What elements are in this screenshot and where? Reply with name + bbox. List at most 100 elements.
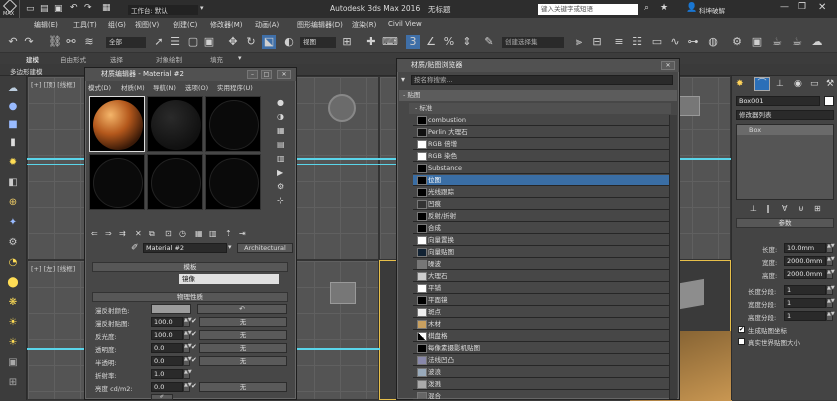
map-list-scrollbar[interactable] bbox=[669, 115, 677, 399]
put-to-library-icon[interactable]: ⊡ bbox=[165, 229, 172, 238]
select-by-material-icon[interactable]: ⊹ bbox=[277, 196, 284, 205]
user-name[interactable]: 科坤破解 bbox=[699, 5, 725, 15]
list-item[interactable]: 噪波 bbox=[413, 259, 669, 270]
search-input[interactable]: 键入关键字或短语 bbox=[538, 4, 638, 15]
mirror-tool-icon[interactable]: ⊞ bbox=[6, 376, 20, 390]
params-rollout[interactable]: 参数 bbox=[736, 218, 834, 228]
shininess-spinner[interactable]: ▲▼ bbox=[183, 330, 192, 340]
show-end-result-stack-icon[interactable]: ‖ bbox=[766, 204, 770, 213]
remove-modifier-icon[interactable]: ⊍ bbox=[798, 204, 804, 213]
eyedropper-icon[interactable]: ✐ bbox=[131, 243, 139, 253]
search-icon[interactable]: ⌕ bbox=[644, 3, 649, 13]
display-tab-icon[interactable]: ▭ bbox=[810, 79, 819, 89]
scene-explorer-icon[interactable]: ☷ bbox=[630, 35, 644, 49]
pin-stack-icon[interactable]: ⊥ bbox=[750, 204, 757, 213]
qa-save-icon[interactable]: ▣ bbox=[54, 4, 63, 14]
minimize-window-button[interactable]: — bbox=[780, 2, 789, 12]
diffuse-map-check[interactable]: ✔ bbox=[191, 317, 197, 325]
transparency-value[interactable]: 0.0 bbox=[151, 343, 183, 353]
translucency-map-button[interactable]: 无 bbox=[199, 356, 287, 366]
transparency-map-button[interactable]: 无 bbox=[199, 343, 287, 353]
camera-icon[interactable]: ◧ bbox=[6, 176, 20, 190]
modify-tab-icon[interactable]: ⌒ bbox=[754, 77, 770, 91]
browser-options-icon[interactable]: ▾ bbox=[401, 75, 405, 84]
list-item[interactable]: 光线跟踪 bbox=[413, 187, 669, 198]
menu-views[interactable]: 视图(V) bbox=[135, 20, 159, 30]
ior-value[interactable]: 1.0 bbox=[151, 369, 183, 379]
put-to-scene-icon[interactable]: ⇒ bbox=[105, 229, 112, 238]
select-manipulate-icon[interactable]: ✚ bbox=[364, 35, 378, 49]
qa-new-icon[interactable]: ▭ bbox=[26, 4, 35, 14]
ribbon-toggle-icon[interactable]: ▭ bbox=[650, 35, 664, 49]
close-window-button[interactable]: ✕ bbox=[818, 2, 826, 13]
subscription-icon[interactable]: ★ bbox=[660, 3, 668, 13]
mat-close-button[interactable]: ✕ bbox=[277, 70, 291, 79]
motion-tab-icon[interactable]: ◉ bbox=[794, 79, 802, 89]
mat-menu-utilities[interactable]: 实用程序(U) bbox=[217, 82, 253, 92]
transparency-spinner[interactable]: ▲▼ bbox=[183, 343, 192, 353]
bind-spacewarp-icon[interactable]: ≋ bbox=[82, 35, 96, 49]
rendered-frame-icon[interactable]: ▣ bbox=[750, 35, 764, 49]
rect-select-icon[interactable]: ▢ bbox=[186, 35, 200, 49]
object-name-field[interactable]: Box001 bbox=[736, 96, 820, 106]
go-to-parent-icon[interactable]: ⇡ bbox=[225, 229, 232, 238]
sun-icon[interactable]: ☀ bbox=[6, 336, 20, 350]
sample-slot-3[interactable] bbox=[205, 96, 261, 152]
template-rollout[interactable]: 模板 bbox=[92, 262, 288, 272]
layer-icon[interactable]: ≡ bbox=[612, 35, 626, 49]
param-width-field[interactable]: 2000.0mm bbox=[784, 256, 826, 266]
percent-snap-icon[interactable]: % bbox=[442, 35, 456, 49]
diffuse-map-button[interactable]: 无 bbox=[199, 317, 287, 327]
param-width-segs-field[interactable]: 1 bbox=[784, 298, 826, 308]
sphere-tool-icon[interactable]: ● bbox=[6, 100, 20, 114]
material-type-button[interactable]: Architectural bbox=[237, 243, 293, 253]
list-item[interactable]: 凹痕 bbox=[413, 199, 669, 210]
schematic-view-icon[interactable]: ⊶ bbox=[686, 35, 700, 49]
qa-open-icon[interactable]: ▤ bbox=[40, 4, 49, 14]
angle-snap-icon[interactable]: ∠ bbox=[424, 35, 438, 49]
list-item[interactable]: 斑点 bbox=[413, 307, 669, 318]
list-item-selected[interactable]: 位图 bbox=[413, 175, 669, 186]
tab-populate[interactable]: 填充 bbox=[210, 54, 223, 64]
curve-editor-icon[interactable]: ∿ bbox=[668, 35, 682, 49]
get-material-icon[interactable]: ⇐ bbox=[91, 229, 98, 238]
uv-tiling-icon[interactable]: ▤ bbox=[277, 140, 285, 149]
redo-icon[interactable]: ↷ bbox=[22, 35, 36, 49]
hierarchy-tab-icon[interactable]: ⊥ bbox=[776, 79, 784, 89]
restore-window-button[interactable]: ❐ bbox=[798, 2, 806, 12]
geo-sphere-icon[interactable]: ⬤ bbox=[6, 276, 20, 290]
helper-icon[interactable]: ⊕ bbox=[6, 196, 20, 210]
list-item[interactable]: 反射/折射 bbox=[413, 211, 669, 222]
set-color-to-texture-avg-button[interactable]: ↶ bbox=[197, 304, 287, 314]
param-length-segs-spinner[interactable]: ▲▼ bbox=[826, 285, 835, 295]
mirror-icon[interactable]: ⫸ bbox=[572, 35, 586, 49]
shininess-map-button[interactable]: 无 bbox=[199, 330, 287, 340]
spacewarp-icon[interactable]: ✦ bbox=[6, 216, 20, 230]
group-standard-header[interactable]: - 标准 bbox=[409, 103, 671, 114]
create-tab-icon[interactable]: ✸ bbox=[736, 79, 744, 89]
modifier-list-dropdown[interactable]: 修改器列表 bbox=[736, 110, 834, 120]
gen-uv-checkbox[interactable]: ✔ bbox=[738, 326, 745, 333]
material-editor-icon[interactable]: ◍ bbox=[706, 35, 720, 49]
named-selection-dropdown[interactable]: 创建选择集 bbox=[502, 37, 564, 48]
luminance-map-button[interactable]: 无 bbox=[199, 382, 287, 392]
workspace-dropdown[interactable]: 工作台: 默认 bbox=[128, 5, 198, 15]
material-editor-titlebar[interactable]: 材质编辑器 - Material #2 – □ ✕ bbox=[85, 68, 296, 81]
window-crossing-icon[interactable]: ▣ bbox=[202, 35, 216, 49]
map-browser-titlebar[interactable]: 材质/贴图浏览器 ✕ bbox=[397, 59, 679, 72]
list-item[interactable]: 向量置换 bbox=[413, 235, 669, 246]
box-tool-icon[interactable]: ■ bbox=[6, 118, 20, 132]
menu-rendering[interactable]: 渲染(R) bbox=[352, 20, 376, 30]
mat-options-icon[interactable]: ⚙ bbox=[277, 182, 284, 191]
material-name-field[interactable]: Material #2 bbox=[143, 243, 227, 253]
viewcube-top[interactable] bbox=[328, 94, 356, 122]
transparency-check[interactable]: ✔ bbox=[191, 343, 197, 351]
list-item[interactable]: RGB 倍增 bbox=[413, 139, 669, 150]
shininess-check[interactable]: ✔ bbox=[191, 330, 197, 338]
viewport-left-label[interactable]: [+] [左] [线框] bbox=[31, 263, 75, 273]
qa-undo-icon[interactable]: ↶ bbox=[70, 3, 78, 13]
tab-modeling[interactable]: 建模 bbox=[26, 54, 39, 64]
shininess-value[interactable]: 100.0 bbox=[151, 330, 183, 340]
ambient-light-icon[interactable]: ☀ bbox=[6, 316, 20, 330]
render-production-icon[interactable]: ☕ bbox=[770, 35, 784, 49]
